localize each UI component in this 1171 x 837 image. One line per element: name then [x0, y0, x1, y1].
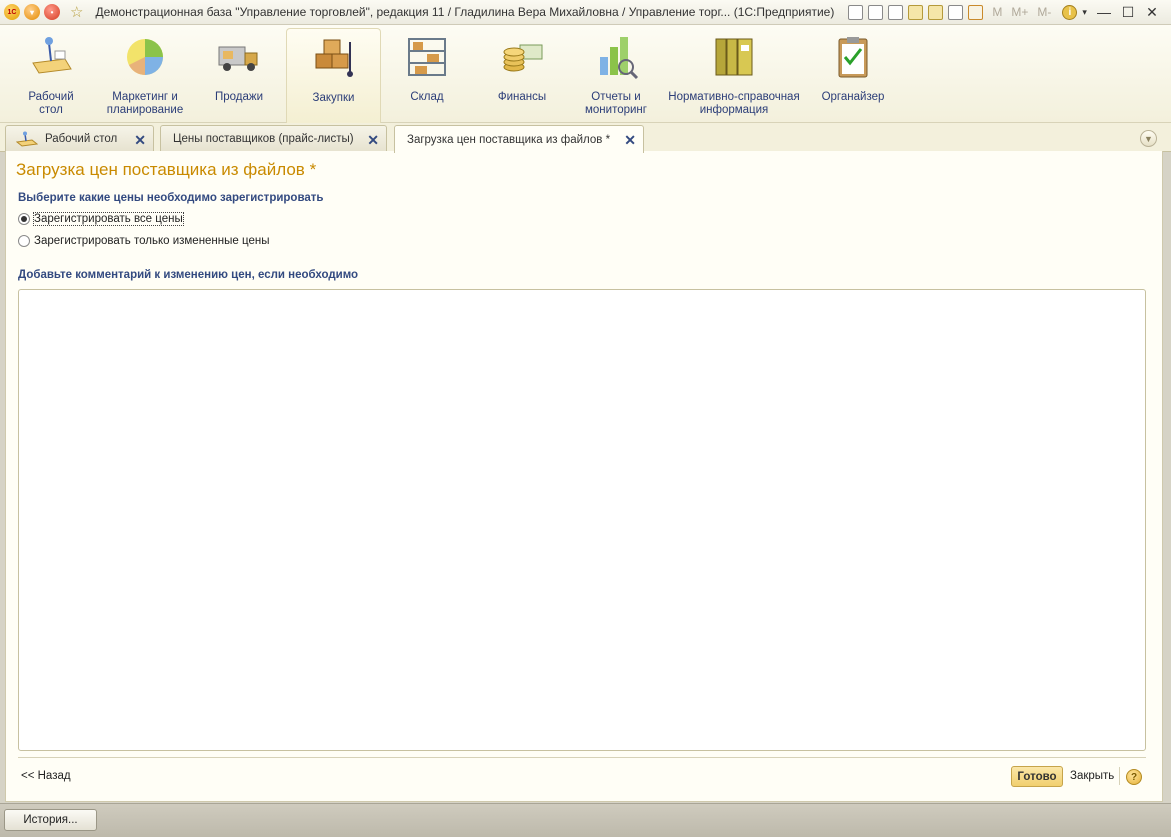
section-warehouse[interactable]: Склад — [396, 31, 458, 119]
tab-label: Загрузка цен поставщика из файлов * — [407, 133, 611, 146]
bar-chart-icon — [600, 37, 639, 80]
radio-button[interactable] — [18, 235, 30, 247]
form-load-supplier-prices: Загрузка цен поставщика из файлов * Выбе… — [5, 151, 1163, 802]
tab-label: Рабочий стол — [45, 133, 118, 145]
boxes-cart-icon — [315, 39, 353, 77]
section-desktop[interactable]: Рабочий стол — [18, 31, 84, 119]
section-purchases[interactable]: Закупки — [286, 28, 381, 123]
tab-supplier-prices[interactable]: Цены поставщиков (прайс-листы) ✕ — [160, 125, 387, 152]
open-windows-tabs: Рабочий стол ✕ Цены поставщиков (прайс-л… — [0, 123, 1171, 153]
section-label: Склад — [410, 91, 444, 103]
help-icon[interactable]: ? — [1126, 769, 1142, 785]
close-window-icon[interactable]: ✕ — [1145, 4, 1159, 21]
page-title: Загрузка цен поставщика из файлов * — [16, 160, 317, 179]
section-label: Отчеты и мониторинг — [585, 91, 647, 116]
app-logo-icon[interactable]: 1C — [4, 4, 20, 20]
section-organizer[interactable]: Органайзер — [818, 31, 888, 119]
section-label: Продажи — [214, 91, 264, 103]
ready-button[interactable]: Готово — [1011, 766, 1063, 787]
memory-m-button[interactable]: M — [992, 5, 1002, 19]
info-icon[interactable]: i — [1062, 4, 1078, 20]
radio-button[interactable] — [18, 213, 30, 225]
history-button[interactable]: История... — [4, 809, 97, 831]
section-label: Нормативно-справочная информация — [668, 91, 800, 116]
print-icon[interactable] — [868, 4, 884, 20]
option-label: Зарегистрировать только измененные цены — [34, 235, 270, 247]
option-register-changed[interactable]: Зарегистрировать только измененные цены — [18, 235, 269, 247]
calendar-icon[interactable] — [968, 4, 984, 20]
comment-label: Добавьте комментарий к изменению цен, ес… — [18, 269, 359, 281]
truck-icon — [218, 46, 258, 71]
section-label: Рабочий стол — [28, 91, 74, 116]
tab-desktop[interactable]: Рабочий стол ✕ — [5, 125, 154, 152]
option-label: Зарегистрировать все цены — [33, 212, 184, 226]
section-label: Финансы — [497, 91, 547, 103]
footer-divider — [18, 757, 1146, 758]
calculator-icon[interactable] — [948, 4, 964, 20]
add-favorite-icon[interactable] — [908, 4, 924, 20]
status-bar: История... — [0, 803, 1171, 837]
window-titlebar: 1C ▾ • ☆ Демонстрационная база "Управлен… — [0, 0, 1171, 25]
close-icon[interactable]: ✕ — [624, 132, 636, 149]
pie-chart-icon — [127, 39, 163, 75]
coins-icon — [503, 44, 543, 72]
shelves-icon — [408, 38, 446, 76]
chevron-down-icon[interactable]: ▾ — [1082, 7, 1087, 18]
back-nav-icon[interactable]: • — [44, 4, 60, 20]
section-sales[interactable]: Продажи — [206, 31, 272, 119]
maximize-icon[interactable]: ☐ — [1121, 4, 1135, 21]
minimize-icon[interactable]: — — [1097, 4, 1111, 20]
option-register-all[interactable]: Зарегистрировать все цены — [18, 212, 184, 226]
close-button[interactable]: Закрыть — [1070, 770, 1114, 782]
comment-field[interactable] — [18, 289, 1146, 751]
tabs-menu-chevron-down-icon[interactable]: ▼ — [1140, 130, 1157, 147]
section-finance[interactable]: Финансы — [488, 31, 556, 119]
section-label: Маркетинг и планирование — [106, 91, 184, 116]
section-marketing[interactable]: Маркетинг и планирование — [104, 31, 186, 119]
main-menu-icon[interactable]: ▾ — [24, 4, 40, 20]
back-button[interactable]: << Назад — [21, 770, 71, 782]
window-title: Демонстрационная база "Управление торгов… — [95, 5, 835, 19]
save-icon[interactable] — [848, 4, 864, 20]
price-choice-label: Выберите какие цены необходимо зарегистр… — [18, 192, 324, 204]
memory-m-minus-button[interactable]: M- — [1037, 5, 1051, 19]
tab-load-supplier-prices[interactable]: Загрузка цен поставщика из файлов * ✕ — [394, 125, 644, 153]
favorites-list-icon[interactable] — [928, 4, 944, 20]
clipboard-icon — [838, 37, 868, 78]
binders-icon — [715, 38, 753, 76]
favorites-star-icon[interactable]: ☆ — [70, 3, 83, 21]
section-reports[interactable]: Отчеты и мониторинг — [580, 31, 652, 119]
memory-m-plus-button[interactable]: M+ — [1011, 5, 1028, 19]
preview-icon[interactable] — [888, 4, 904, 20]
tab-label: Цены поставщиков (прайс-листы) — [173, 133, 354, 145]
sections-panel: Рабочий стол Маркетинг и планирование Пр… — [0, 25, 1171, 123]
close-icon[interactable]: ✕ — [367, 132, 379, 149]
close-icon[interactable]: ✕ — [134, 132, 146, 149]
desk-icon — [16, 131, 38, 147]
divider — [1119, 767, 1120, 785]
desk-icon — [32, 37, 72, 74]
section-label: Закупки — [312, 92, 355, 104]
section-label: Органайзер — [821, 91, 885, 103]
section-reference-info[interactable]: Нормативно-справочная информация — [668, 31, 800, 119]
